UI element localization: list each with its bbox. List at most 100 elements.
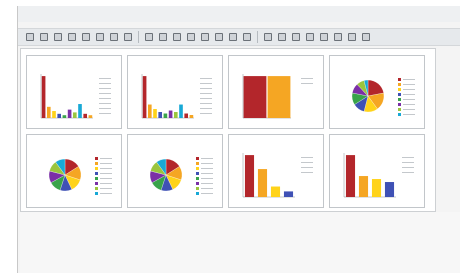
bar	[358, 176, 369, 197]
legend-label	[99, 78, 111, 79]
legend-label	[100, 163, 112, 164]
legend-swatch	[95, 167, 98, 170]
toolbar-button-icon[interactable]	[362, 33, 370, 41]
chart-panel[interactable]	[228, 134, 324, 208]
chart-panel[interactable]	[329, 134, 425, 208]
legend-label	[99, 93, 111, 94]
legend-swatch	[196, 167, 199, 170]
legend-label	[200, 83, 212, 84]
legend-label	[301, 78, 313, 79]
legend-label	[402, 167, 414, 168]
legend-label	[402, 157, 414, 158]
toolbar-button-icon[interactable]	[320, 33, 328, 41]
legend-label	[201, 188, 213, 189]
toolbar-separator	[257, 31, 258, 43]
toolbar	[18, 28, 460, 46]
toolbar-button-icon[interactable]	[306, 33, 314, 41]
toolbar-button-icon[interactable]	[96, 33, 104, 41]
toolbar-button-icon[interactable]	[26, 33, 34, 41]
application-window	[17, 6, 460, 273]
toolbar-button-icon[interactable]	[334, 33, 342, 41]
legend-swatch	[398, 108, 401, 111]
toolbar-button-icon[interactable]	[243, 33, 251, 41]
bar	[243, 76, 267, 118]
legend-label	[201, 178, 213, 179]
toolbar-button-icon[interactable]	[187, 33, 195, 41]
chart-panel[interactable]	[26, 134, 122, 208]
chart-panel[interactable]	[127, 55, 223, 129]
toolbar-button-icon[interactable]	[68, 33, 76, 41]
toolbar-button-icon[interactable]	[82, 33, 90, 41]
toolbar-button-icon[interactable]	[145, 33, 153, 41]
legend-label	[403, 114, 415, 115]
bar	[163, 113, 168, 118]
bar	[46, 106, 51, 118]
legend-swatch	[398, 93, 401, 96]
pie-chart	[149, 157, 213, 195]
legend-label	[403, 89, 415, 90]
legend-swatch	[95, 157, 98, 160]
legend-label	[201, 168, 213, 169]
legend-swatch	[196, 177, 199, 180]
bar	[371, 179, 382, 197]
legend-label	[99, 88, 111, 89]
bar	[184, 113, 189, 118]
toolbar-button-icon[interactable]	[124, 33, 132, 41]
toolbar-button-icon[interactable]	[264, 33, 272, 41]
legend-swatch	[95, 187, 98, 190]
legend-label	[403, 84, 415, 85]
legend-label	[403, 94, 415, 95]
toolbar-button-icon[interactable]	[215, 33, 223, 41]
toolbar-button-icon[interactable]	[159, 33, 167, 41]
legend-swatch	[196, 157, 199, 160]
chart-panel[interactable]	[329, 55, 425, 129]
toolbar-button-icon[interactable]	[110, 33, 118, 41]
toolbar-button-icon[interactable]	[278, 33, 286, 41]
chart-panel[interactable]	[127, 134, 223, 208]
toolbar-button-icon[interactable]	[292, 33, 300, 41]
menu-bar	[18, 6, 460, 22]
legend-label	[99, 108, 111, 109]
toolbar-button-icon[interactable]	[40, 33, 48, 41]
legend-label	[403, 104, 415, 105]
legend-swatch	[398, 83, 401, 86]
pie-chart	[48, 157, 112, 195]
chart-panel[interactable]	[26, 55, 122, 129]
bar	[52, 111, 56, 118]
legend-swatch	[398, 103, 401, 106]
bar	[257, 169, 268, 197]
toolbar-button-icon[interactable]	[348, 33, 356, 41]
legend-swatch	[196, 192, 199, 195]
legend-label	[100, 188, 112, 189]
legend-swatch	[196, 182, 199, 185]
bar	[244, 155, 255, 197]
legend-swatch	[398, 113, 401, 116]
bar	[142, 76, 147, 118]
legend-label	[99, 113, 111, 114]
legend-label	[200, 103, 212, 104]
bar	[57, 113, 62, 118]
chart-panel[interactable]	[228, 55, 324, 129]
legend-label	[301, 83, 313, 84]
legend-label	[403, 79, 415, 80]
legend-label	[100, 183, 112, 184]
dashboard-grid	[20, 48, 436, 212]
toolbar-button-icon[interactable]	[229, 33, 237, 41]
legend-label	[402, 172, 414, 173]
toolbar-button-icon[interactable]	[54, 33, 62, 41]
legend-swatch	[398, 78, 401, 81]
bar	[88, 115, 93, 118]
bar	[158, 112, 163, 118]
legend-swatch	[95, 182, 98, 185]
legend-swatch	[95, 192, 98, 195]
legend-swatch	[95, 177, 98, 180]
legend-label	[100, 158, 112, 159]
toolbar-button-icon[interactable]	[173, 33, 181, 41]
empty-workspace	[20, 212, 460, 273]
toolbar-button-icon[interactable]	[201, 33, 209, 41]
legend-swatch	[196, 162, 199, 165]
bar	[83, 113, 88, 118]
bar	[173, 112, 178, 118]
bar	[62, 115, 67, 118]
legend-label	[201, 173, 213, 174]
